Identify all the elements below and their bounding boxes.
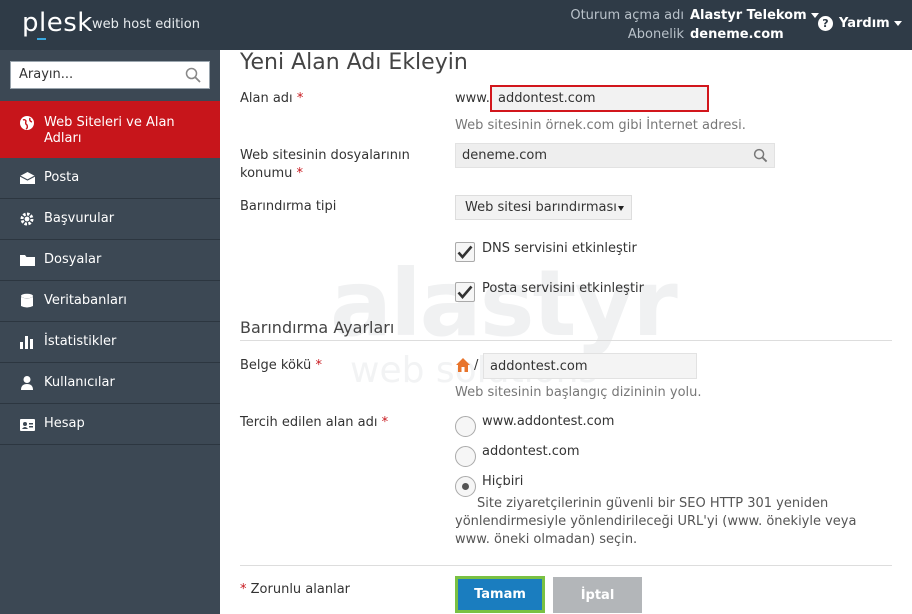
sidebar-nav: Web Siteleri ve Alan Adları Posta Başvur… bbox=[0, 101, 220, 445]
question-icon: ? bbox=[818, 16, 833, 31]
subscription-label: Abonelik bbox=[627, 27, 684, 42]
search-icon[interactable] bbox=[185, 67, 201, 83]
domain-name-label: Alan adı * bbox=[240, 91, 304, 106]
document-root-label: Belge kökü * bbox=[240, 358, 322, 373]
sidebar-item-databases[interactable]: Veritabanları bbox=[0, 281, 220, 322]
radio-bare-domain-label[interactable]: addontest.com bbox=[482, 444, 580, 459]
www-prefix: www. bbox=[455, 91, 490, 106]
preferred-domain-label: Tercih edilen alan adı * bbox=[240, 415, 389, 430]
radio-www-domain[interactable] bbox=[455, 416, 476, 437]
mail-checkbox[interactable] bbox=[455, 282, 475, 302]
login-name-menu[interactable]: Alastyr Telekom bbox=[690, 8, 819, 23]
sidebar-item-label: Dosyalar bbox=[44, 252, 102, 267]
sidebar-item-applications[interactable]: Başvurular bbox=[0, 199, 220, 240]
sidebar: Web Siteleri ve Alan Adları Posta Başvur… bbox=[0, 50, 220, 614]
bar-chart-icon bbox=[18, 334, 36, 350]
radio-bare-domain[interactable] bbox=[455, 446, 476, 467]
search-icon[interactable] bbox=[753, 148, 768, 163]
mail-icon bbox=[18, 170, 36, 186]
document-root-input[interactable]: addontest.com bbox=[483, 353, 697, 379]
sidebar-search bbox=[10, 61, 210, 89]
subscription-value[interactable]: deneme.com bbox=[690, 27, 784, 42]
sidebar-item-label: Veritabanları bbox=[44, 293, 127, 308]
document-root-value: addontest.com bbox=[490, 358, 588, 374]
edition-label: web host edition bbox=[92, 17, 200, 32]
radio-none-label[interactable]: Hiçbiri bbox=[482, 474, 523, 489]
login-name-label: Oturum açma adı bbox=[570, 8, 684, 23]
dns-checkbox[interactable] bbox=[455, 242, 475, 262]
top-header: plesk web host edition Oturum açma adı A… bbox=[0, 0, 912, 50]
ok-button[interactable]: Tamam bbox=[455, 576, 545, 613]
login-name-value: Alastyr Telekom bbox=[690, 8, 807, 23]
sidebar-item-websites[interactable]: Web Siteleri ve Alan Adları bbox=[0, 101, 220, 158]
help-menu[interactable]: ? Yardım bbox=[818, 16, 902, 31]
domain-name-value: addontest.com bbox=[498, 91, 596, 106]
hosting-type-label: Barındırma tipi bbox=[240, 199, 337, 214]
section-divider bbox=[240, 340, 892, 341]
sidebar-item-label: Kullanıcılar bbox=[44, 375, 115, 390]
sidebar-item-label: Posta bbox=[44, 170, 80, 185]
help-label: Yardım bbox=[839, 16, 890, 31]
sidebar-item-statistics[interactable]: İstatistikler bbox=[0, 322, 220, 363]
account-icon bbox=[18, 416, 36, 432]
hosting-type-select[interactable]: Web sitesi barındırması bbox=[455, 195, 632, 220]
path-separator: / bbox=[474, 358, 479, 373]
chevron-down-icon bbox=[618, 206, 624, 211]
checkmark-icon bbox=[457, 245, 473, 259]
radio-none[interactable] bbox=[455, 476, 476, 497]
preferred-domain-hint: Site ziyaretçilerinin güvenli bir SEO HT… bbox=[455, 496, 857, 547]
database-icon bbox=[18, 293, 36, 309]
logo-accent bbox=[37, 38, 46, 40]
required-fields-note: * Zorunlu alanlar bbox=[240, 582, 351, 597]
file-location-label: Web sitesinin dosyalarının konumu * bbox=[240, 148, 410, 181]
radio-www-domain-label[interactable]: www.addontest.com bbox=[482, 414, 614, 429]
folder-icon bbox=[18, 252, 36, 268]
sidebar-item-files[interactable]: Dosyalar bbox=[0, 240, 220, 281]
main-content: alastyr web solutions Yeni Alan Adı Ekle… bbox=[220, 50, 912, 614]
hosting-settings-heading: Barındırma Ayarları bbox=[240, 318, 395, 337]
dns-checkbox-label[interactable]: DNS servisini etkinleştir bbox=[482, 241, 637, 256]
cancel-button[interactable]: İptal bbox=[553, 577, 642, 613]
form-divider bbox=[240, 565, 892, 566]
sidebar-item-account[interactable]: Hesap bbox=[0, 404, 220, 445]
sidebar-item-mail[interactable]: Posta bbox=[0, 158, 220, 199]
mail-checkbox-label[interactable]: Posta servisini etkinleştir bbox=[482, 281, 644, 296]
plesk-logo[interactable]: plesk bbox=[22, 8, 93, 38]
file-location-input[interactable]: deneme.com bbox=[455, 143, 775, 168]
checkmark-icon bbox=[457, 285, 473, 299]
domain-name-input[interactable]: addontest.com bbox=[490, 85, 709, 112]
hosting-type-value: Web sitesi barındırması bbox=[465, 200, 617, 215]
sidebar-item-label: Hesap bbox=[44, 416, 85, 431]
chevron-down-icon bbox=[893, 21, 902, 26]
page-title: Yeni Alan Adı Ekleyin bbox=[240, 50, 468, 75]
radio-selected-dot bbox=[462, 483, 469, 490]
sidebar-item-label: İstatistikler bbox=[44, 334, 117, 349]
sidebar-item-users[interactable]: Kullanıcılar bbox=[0, 363, 220, 404]
document-root-hint: Web sitesinin başlangıç dizininin yolu. bbox=[455, 385, 702, 400]
home-icon bbox=[456, 358, 470, 372]
file-location-value: deneme.com bbox=[462, 148, 548, 163]
sidebar-item-label: Başvurular bbox=[44, 211, 115, 226]
user-icon bbox=[18, 375, 36, 391]
search-input[interactable] bbox=[19, 67, 179, 82]
gear-icon bbox=[18, 211, 36, 227]
globe-icon bbox=[18, 115, 36, 131]
domain-name-hint: Web sitesinin örnek.com gibi İnternet ad… bbox=[455, 118, 746, 133]
sidebar-item-label: Web Siteleri ve Alan Adları bbox=[44, 115, 175, 146]
